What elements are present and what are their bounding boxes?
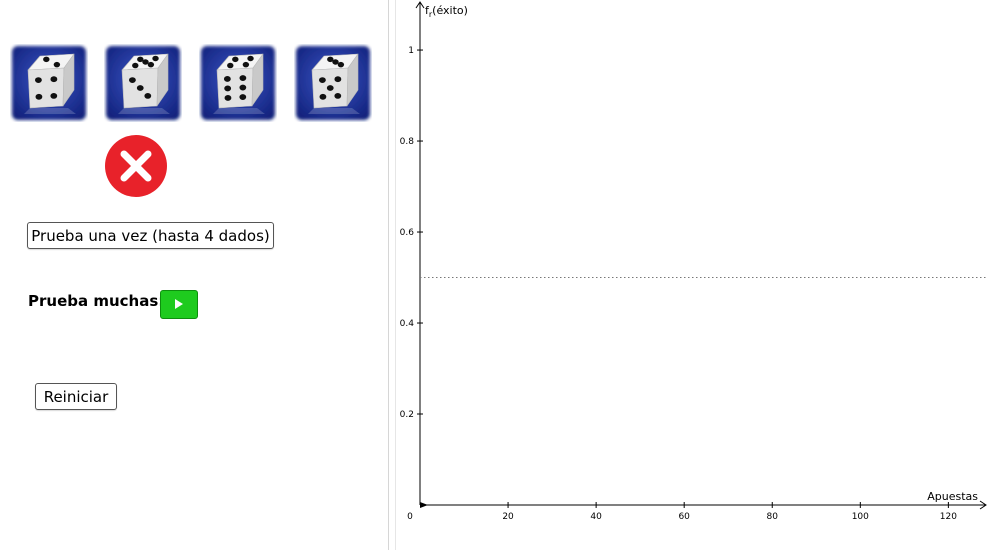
y-tick-label: 1	[408, 46, 414, 56]
origin-marker	[420, 502, 428, 508]
panel-divider[interactable]	[388, 0, 396, 550]
graphics-view[interactable]: 0.2 0.4 0.6 0.8 1 20 40 60 80 100 120 0 fr(éxito) Apu…	[396, 0, 990, 550]
die-4	[294, 44, 372, 122]
try-many-label: Prueba muchas:	[28, 292, 165, 310]
y-tick-label: 0.4	[400, 319, 415, 329]
y-tick-label: 0.8	[400, 137, 415, 147]
x-tick-label: 20	[502, 512, 514, 522]
x-circle-icon	[104, 134, 168, 198]
x-axis-title: Apuestas	[927, 490, 978, 503]
x-tick-label: 80	[767, 512, 779, 522]
x-tick-label: 100	[852, 512, 869, 522]
frequency-chart: 0.20.40.60.8120 40 60 80 100 1200fr(éxito)Apu…	[400, 1, 988, 522]
y-axis-title: fr(éxito)	[425, 4, 468, 19]
x-tick-label: 60	[678, 512, 690, 522]
reset-button[interactable]: Reiniciar	[35, 383, 117, 410]
try-once-button[interactable]: Prueba una vez (hasta 4 dados)	[27, 222, 274, 249]
y-tick-label: 0.2	[400, 410, 414, 420]
play-icon	[175, 299, 183, 309]
play-button[interactable]	[160, 290, 198, 319]
x-tick-label: 40	[590, 512, 602, 522]
y-tick-label: 0.6	[400, 228, 415, 238]
x-tick-label: 120	[940, 512, 957, 522]
left-panel: Prueba una vez (hasta 4 dados) Prueba mu…	[0, 0, 388, 550]
die-3	[199, 44, 277, 122]
origin-label: 0	[407, 512, 413, 522]
die-2	[104, 44, 182, 122]
die-1	[10, 44, 88, 122]
